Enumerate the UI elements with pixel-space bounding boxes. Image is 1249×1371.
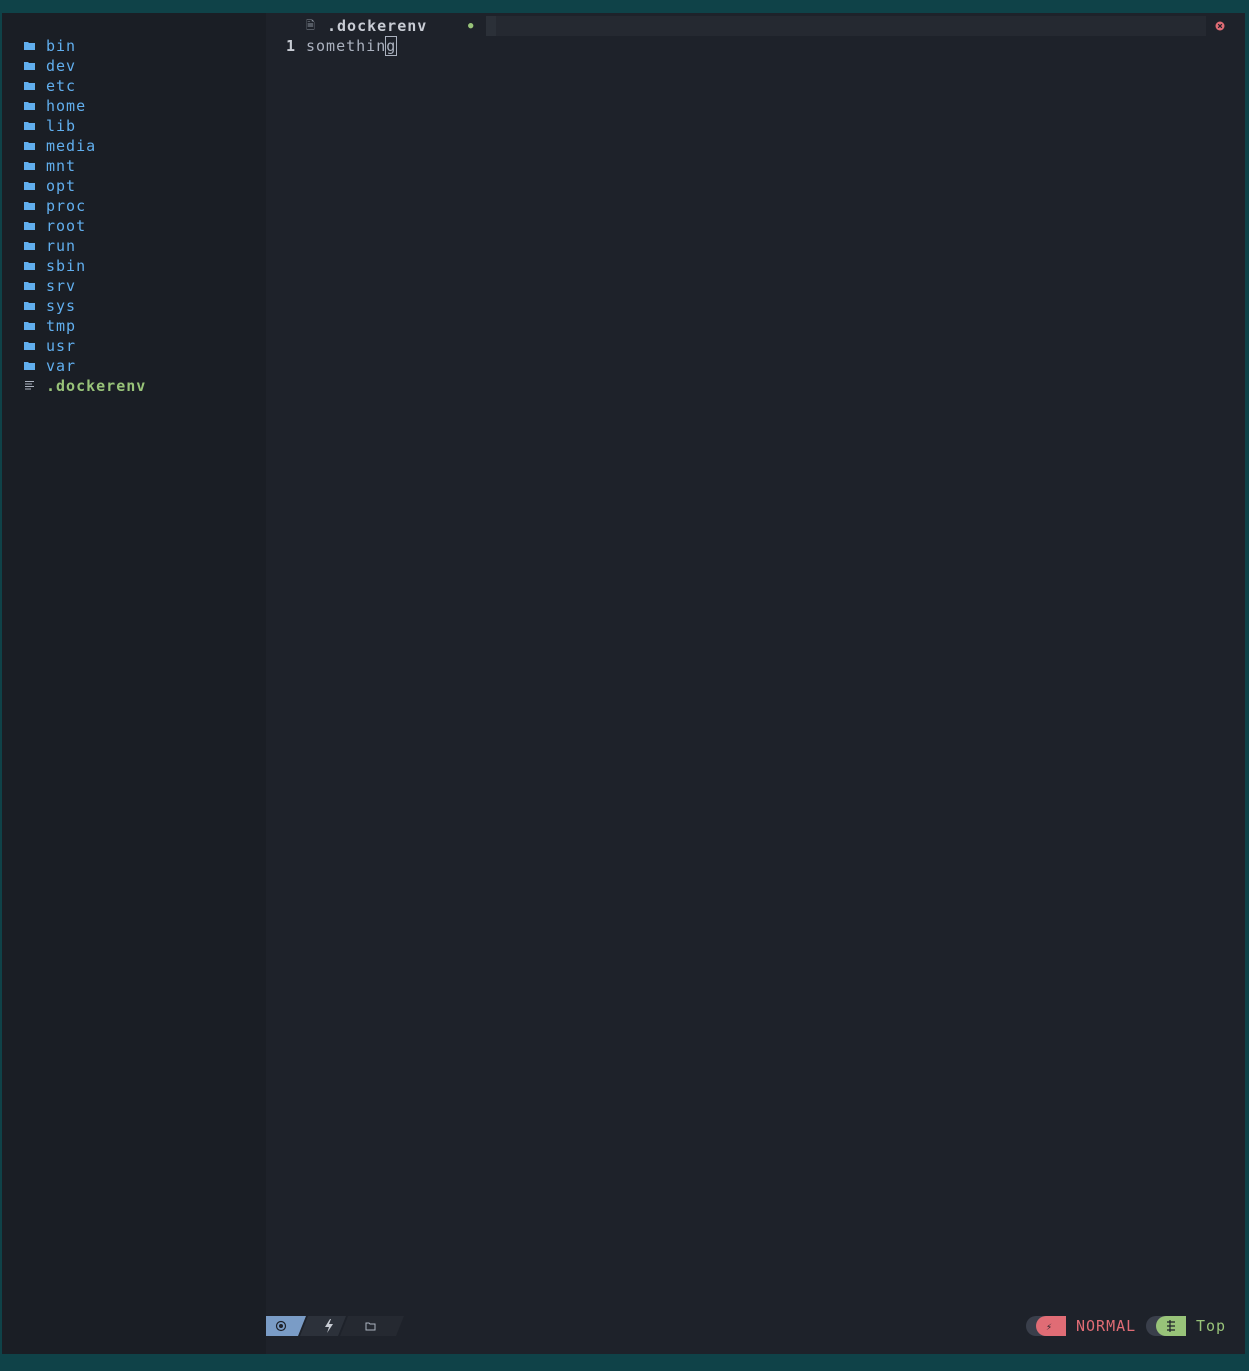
explorer-item-label: .dockerenv <box>46 377 147 395</box>
folder-icon <box>24 176 46 196</box>
explorer-folder[interactable]: var <box>24 356 76 376</box>
vim-mode-icon: ⚡ <box>1046 1322 1052 1333</box>
folder-icon <box>24 96 46 116</box>
explorer-folder[interactable]: run <box>24 236 76 256</box>
explorer-folder[interactable]: lib <box>24 116 76 136</box>
file-icon: 🗎 <box>306 19 316 32</box>
tab-title: .dockerenv <box>327 17 428 35</box>
folder-icon <box>24 216 46 236</box>
explorer-item-label: mnt <box>46 157 77 175</box>
folder-icon <box>24 156 46 176</box>
folder-icon <box>24 256 46 276</box>
explorer-folder[interactable]: usr <box>24 336 76 356</box>
explorer-item-label: srv <box>46 277 77 295</box>
statusline: ⚡ NORMAL Top <box>266 1316 1236 1336</box>
tab-separator <box>486 16 496 36</box>
tab-dockerenv[interactable]: 🗎 .dockerenv ● <box>302 16 482 36</box>
line-text-before-cursor: somethin <box>306 37 387 55</box>
explorer-folder[interactable]: etc <box>24 76 76 96</box>
folder-icon <box>24 136 46 156</box>
folder-icon <box>24 36 46 56</box>
explorer-folder[interactable]: sbin <box>24 256 86 276</box>
explorer-item-label: lib <box>46 117 77 135</box>
explorer-folder[interactable]: mnt <box>24 156 76 176</box>
explorer-item-label: etc <box>46 77 77 95</box>
explorer-item-label: usr <box>46 337 77 355</box>
explorer-item-label: proc <box>46 197 87 215</box>
text-cursor: g <box>385 36 398 56</box>
folder-icon <box>24 356 46 376</box>
line-text[interactable]: something <box>306 36 398 56</box>
file-lines-icon <box>24 376 46 396</box>
explorer-folder[interactable]: srv <box>24 276 76 296</box>
tabline-fill <box>486 16 1206 36</box>
explorer-folder[interactable]: tmp <box>24 316 76 336</box>
explorer-folder[interactable]: proc <box>24 196 86 216</box>
explorer-folder[interactable]: home <box>24 96 86 116</box>
position-label: Top <box>1196 1317 1227 1335</box>
explorer-folder[interactable]: opt <box>24 176 76 196</box>
folder-icon <box>24 236 46 256</box>
explorer-item-label: tmp <box>46 317 77 335</box>
folder-icon <box>24 76 46 96</box>
folder-icon <box>24 276 46 296</box>
line-number: 1 <box>286 37 297 55</box>
explorer-file[interactable]: .dockerenv <box>24 376 146 396</box>
folder-icon <box>24 116 46 136</box>
file-explorer: bin dev etc home lib media mnt opt proc root run sb… <box>2 13 266 1354</box>
explorer-folder[interactable]: dev <box>24 56 76 76</box>
folder-icon <box>24 296 46 316</box>
nvim-window: bin dev etc home lib media mnt opt proc root run sb… <box>2 13 1245 1354</box>
folder-icon <box>24 316 46 336</box>
explorer-item-label: media <box>46 137 97 155</box>
explorer-item-label: bin <box>46 37 77 55</box>
position-icon <box>1167 1320 1175 1332</box>
statusline-left-segments <box>266 1316 404 1336</box>
folder-icon <box>24 56 46 76</box>
mode-label: NORMAL <box>1076 1317 1137 1335</box>
explorer-item-label: opt <box>46 177 77 195</box>
close-icon[interactable] <box>1210 16 1230 36</box>
explorer-folder[interactable]: bin <box>24 36 76 56</box>
explorer-item-label: dev <box>46 57 77 75</box>
modified-indicator: ● <box>468 21 475 31</box>
folder-icon <box>24 336 46 356</box>
explorer-item-label: var <box>46 357 77 375</box>
editor-pane[interactable]: 1 something <box>266 36 1245 1313</box>
explorer-folder[interactable]: sys <box>24 296 76 316</box>
explorer-folder[interactable]: root <box>24 216 86 236</box>
explorer-item-label: run <box>46 237 77 255</box>
explorer-item-label: sbin <box>46 257 87 275</box>
tabline: 🗎 .dockerenv ● <box>266 16 1245 36</box>
explorer-item-label: root <box>46 217 87 235</box>
svg-text:⚡: ⚡ <box>1046 1322 1052 1333</box>
explorer-folder[interactable]: media <box>24 136 96 156</box>
folder-icon <box>24 196 46 216</box>
explorer-item-label: home <box>46 97 87 115</box>
explorer-item-label: sys <box>46 297 77 315</box>
